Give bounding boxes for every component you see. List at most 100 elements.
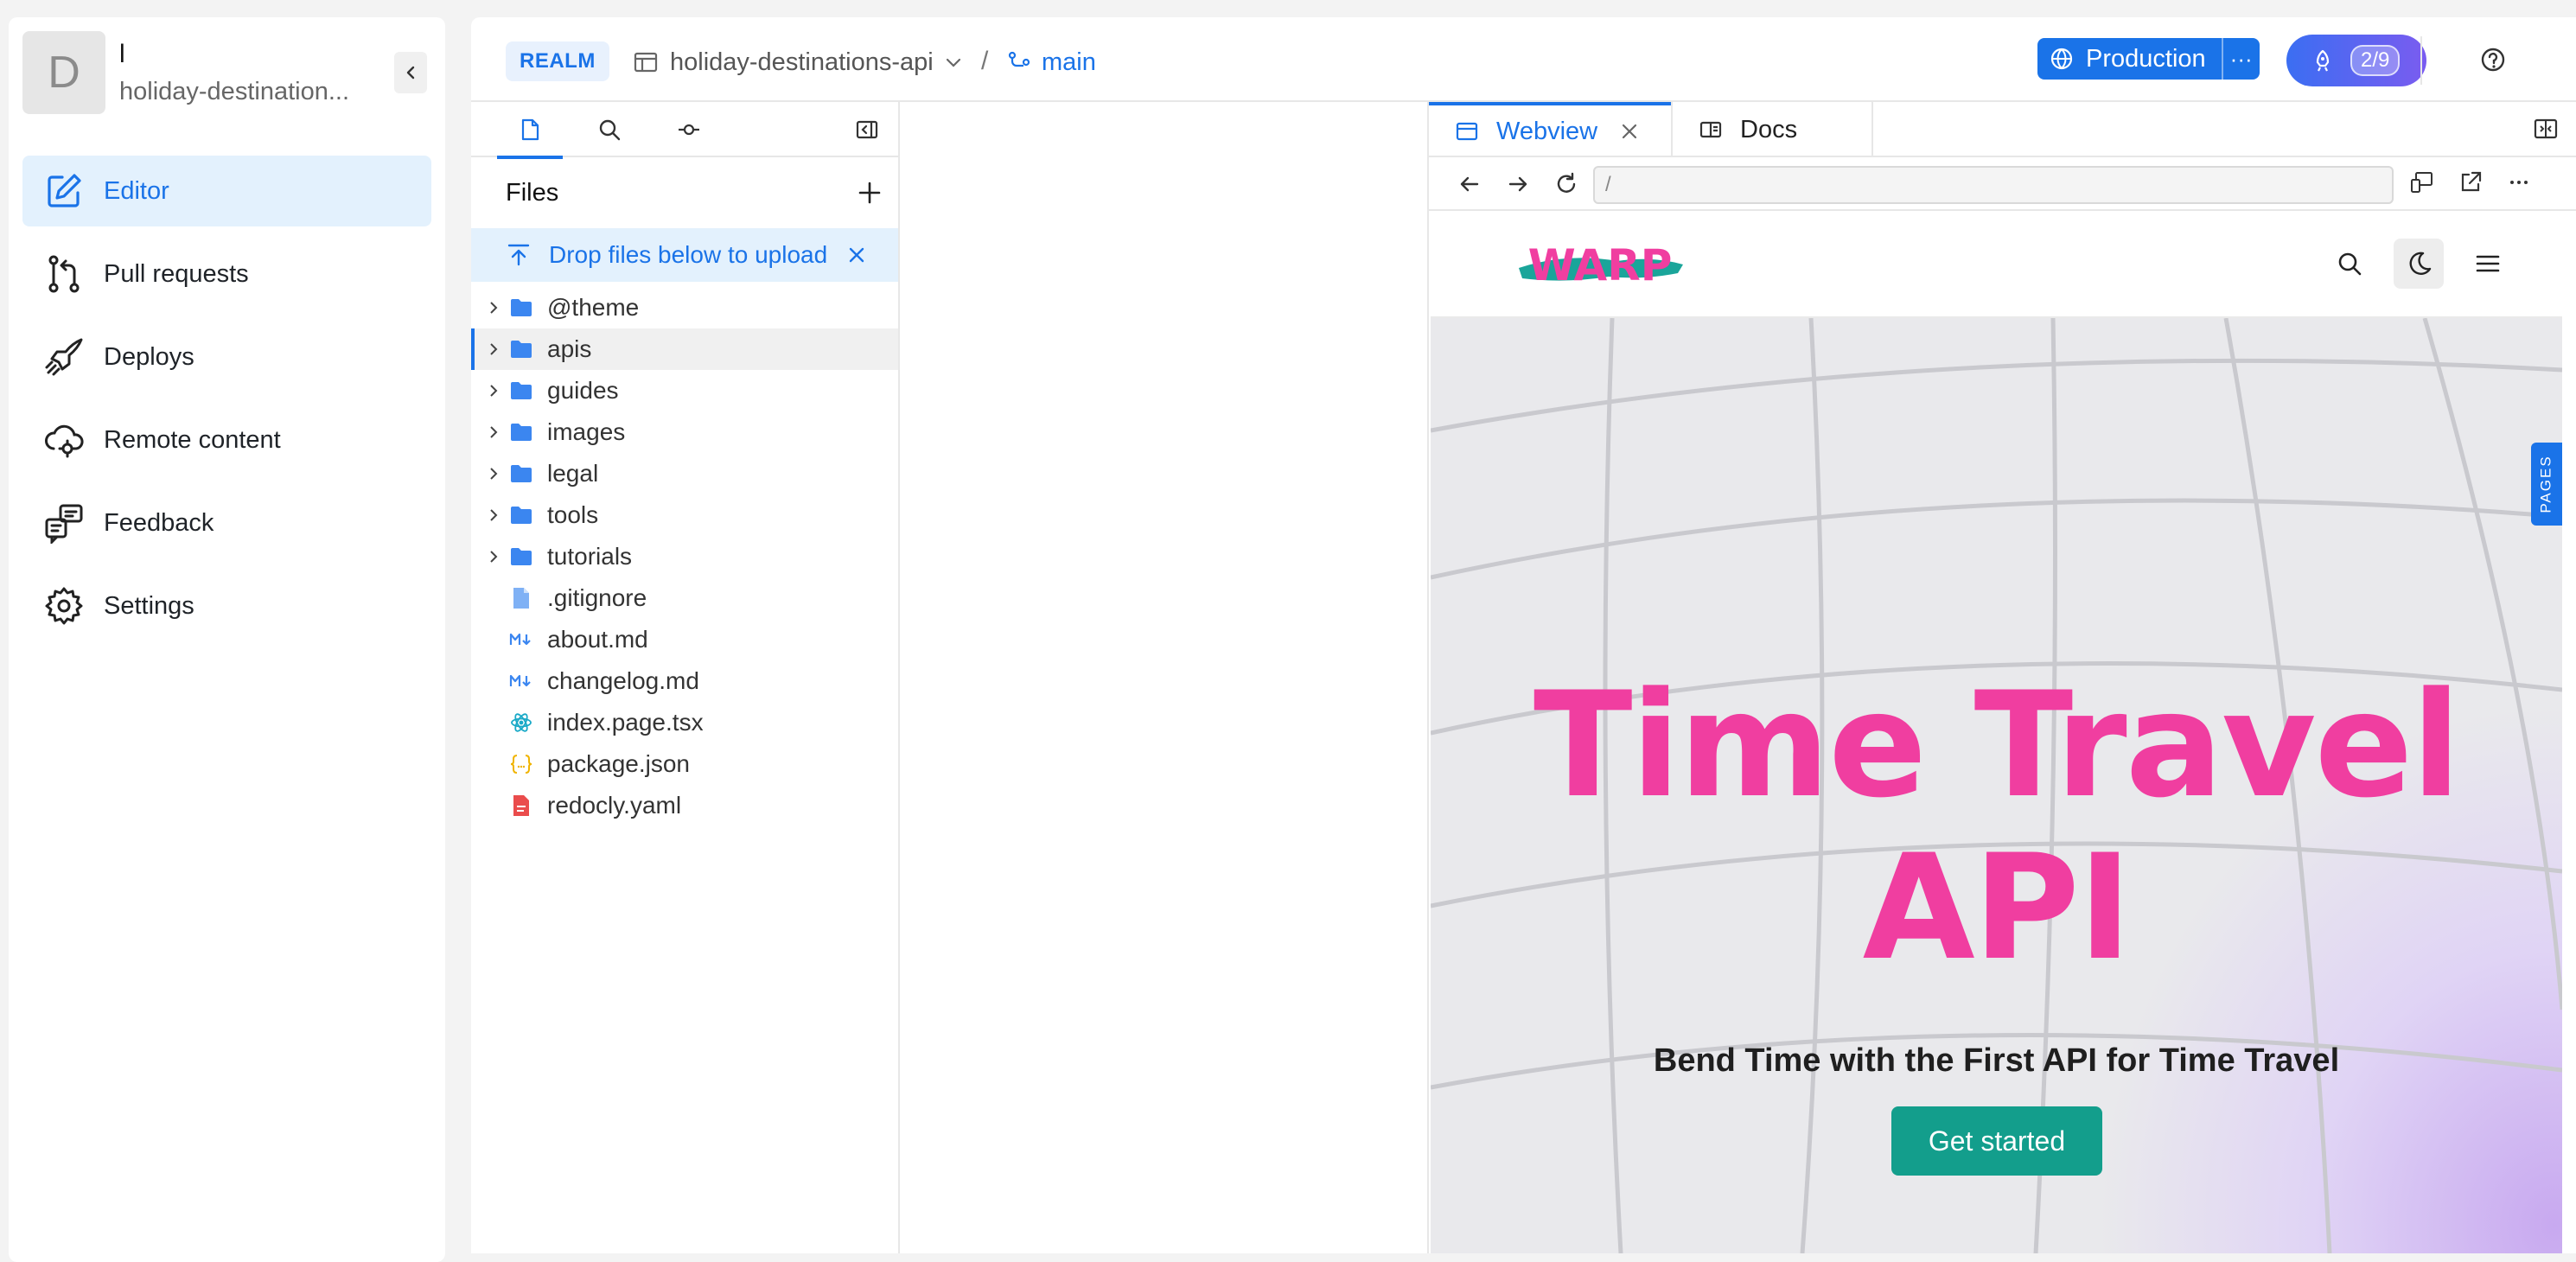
- yaml-icon: [513, 795, 529, 816]
- moon-icon: [2409, 252, 2432, 275]
- markdown-icon: [509, 674, 531, 687]
- panel-collapse-icon: [856, 120, 878, 139]
- repo-selector[interactable]: holiday-destinations-api: [634, 43, 963, 81]
- workspace-name[interactable]: l: [119, 40, 125, 69]
- collapse-sidebar-button[interactable]: [394, 52, 427, 93]
- devices-icon: [2411, 172, 2433, 193]
- tree-folder-legal[interactable]: legal: [471, 453, 898, 494]
- chevron-right-icon: [490, 426, 498, 438]
- add-file-icon[interactable]: [857, 180, 883, 206]
- reload-button[interactable]: [1552, 169, 1581, 199]
- pages-side-tab[interactable]: PAGES: [2531, 443, 2562, 526]
- tab-search[interactable]: [594, 114, 625, 145]
- open-external-button[interactable]: [2458, 169, 2487, 199]
- more-options-button[interactable]: [2506, 169, 2535, 199]
- tree-folder-tutorials[interactable]: tutorials: [471, 536, 898, 577]
- dark-mode-toggle[interactable]: [2394, 239, 2444, 289]
- logo-text: WARP: [1528, 240, 1673, 290]
- files-title: Files: [506, 178, 559, 207]
- project-name[interactable]: holiday-destination...: [119, 78, 379, 106]
- close-icon[interactable]: [1620, 122, 1639, 141]
- branch-selector[interactable]: main: [1007, 43, 1096, 81]
- file-tree: @theme apis guides images legal tools tu…: [471, 282, 898, 826]
- split-view-button[interactable]: [2533, 116, 2559, 142]
- tree-folder-theme[interactable]: @theme: [471, 287, 898, 328]
- close-icon[interactable]: [846, 245, 867, 265]
- divider: [2420, 36, 2422, 85]
- chevron-right-icon: [490, 551, 498, 563]
- environment-select[interactable]: Production: [2037, 38, 2222, 80]
- help-icon: [2481, 48, 2505, 72]
- forward-button[interactable]: [1503, 169, 1533, 199]
- tree-file-about-md[interactable]: about.md: [471, 619, 898, 660]
- chevron-right-icon: [490, 385, 498, 397]
- tree-item-label: .gitignore: [547, 584, 647, 611]
- branch-name: main: [1042, 48, 1096, 76]
- top-bar: REALM holiday-destinations-api / main Pr…: [471, 17, 2576, 102]
- tree-file-index-page[interactable]: index.page.tsx: [471, 702, 898, 743]
- hero-title-line2: API: [1862, 823, 2133, 992]
- deploy-status-pill[interactable]: 2/9: [2286, 35, 2426, 86]
- arrow-right-icon: [1508, 176, 1527, 192]
- deploy-count: 2/9: [2350, 45, 2401, 76]
- breadcrumb-separator: /: [981, 47, 989, 75]
- file-icon: [521, 118, 539, 141]
- sidebar-item-feedback[interactable]: Feedback: [22, 488, 431, 558]
- chevron-right-icon: [490, 509, 498, 521]
- tab-divider: [1871, 102, 1873, 157]
- help-button[interactable]: [2477, 43, 2509, 76]
- tree-file-redocly-yaml[interactable]: redocly.yaml: [471, 785, 898, 826]
- folder-icon: [511, 507, 532, 524]
- chevron-right-icon: [490, 302, 498, 314]
- repo-icon: [634, 52, 658, 73]
- collapse-panel-button[interactable]: [851, 114, 883, 145]
- sidebar-item-pull-requests[interactable]: Pull requests: [22, 239, 431, 309]
- environment-more-button[interactable]: ···: [2221, 38, 2260, 80]
- device-preview-button[interactable]: [2409, 169, 2439, 199]
- sidebar-item-editor[interactable]: Editor: [22, 156, 431, 226]
- sidebar-item-label: Deploys: [104, 342, 194, 371]
- site-logo[interactable]: WARP: [1514, 235, 1687, 296]
- tree-item-label: tools: [547, 501, 599, 528]
- back-button[interactable]: [1455, 169, 1484, 199]
- site-navbar: WARP: [1431, 211, 2562, 318]
- site-menu-button[interactable]: [2463, 239, 2513, 289]
- tree-item-label: changelog.md: [547, 667, 699, 694]
- feedback-icon: [45, 504, 83, 544]
- site-hero: Time Travel API Bend Time with the First…: [1431, 318, 2562, 1253]
- tree-file-gitignore[interactable]: .gitignore: [471, 577, 898, 619]
- sidebar-item-label: Feedback: [104, 508, 214, 537]
- tab-files[interactable]: [497, 114, 563, 159]
- site-search-button[interactable]: [2324, 239, 2375, 289]
- arrow-left-icon: [1460, 176, 1479, 192]
- tab-docs[interactable]: Docs: [1673, 102, 1871, 157]
- tree-item-label: guides: [547, 377, 619, 404]
- tree-item-label: legal: [547, 460, 599, 487]
- pages-tab-label: PAGES: [2538, 455, 2555, 513]
- sidebar-item-settings[interactable]: Settings: [22, 570, 431, 641]
- url-input[interactable]: [1593, 166, 2394, 204]
- tree-folder-images[interactable]: images: [471, 411, 898, 453]
- sidebar-item-deploys[interactable]: Deploys: [22, 322, 431, 392]
- preview-tabs: Webview Docs: [1429, 102, 2576, 157]
- app-sidebar: D l holiday-destination... Editor Pull r…: [9, 17, 445, 1262]
- json-icon: [510, 755, 532, 774]
- tree-folder-guides[interactable]: guides: [471, 370, 898, 411]
- tab-webview[interactable]: Webview: [1429, 102, 1671, 157]
- book-icon: [1699, 121, 1722, 138]
- upload-drop-banner: Drop files below to upload: [471, 228, 898, 282]
- environment-button[interactable]: Production ···: [2037, 38, 2260, 80]
- pull-request-icon: [48, 255, 80, 293]
- tab-commits[interactable]: [673, 114, 705, 145]
- tree-file-package-json[interactable]: package.json: [471, 743, 898, 785]
- hamburger-menu-icon: [2476, 255, 2500, 272]
- rocket-icon: [2316, 49, 2330, 72]
- workspace-avatar[interactable]: D: [22, 31, 105, 114]
- tree-folder-tools[interactable]: tools: [471, 494, 898, 536]
- tree-file-changelog-md[interactable]: changelog.md: [471, 660, 898, 702]
- sidebar-item-remote-content[interactable]: Remote content: [22, 405, 431, 475]
- get-started-button[interactable]: Get started: [1891, 1106, 2102, 1176]
- preview-panel: Webview Docs / WARP Time Travel API Bend…: [1427, 102, 2576, 1253]
- cloud-gear-icon: [45, 424, 84, 458]
- tree-folder-apis[interactable]: apis: [471, 328, 898, 370]
